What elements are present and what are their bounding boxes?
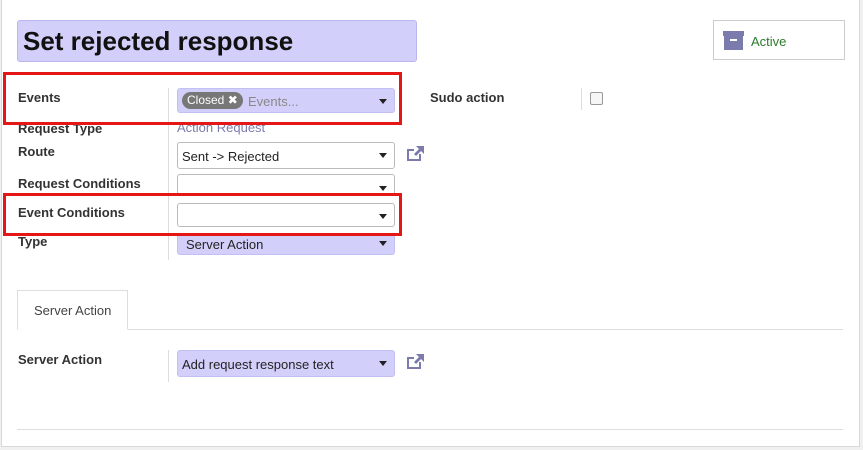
chevron-down-icon	[379, 241, 387, 246]
sudo-action-label: Sudo action	[430, 90, 505, 105]
request-conditions-label: Request Conditions	[18, 176, 141, 191]
sudo-action-checkbox[interactable]	[590, 92, 603, 105]
route-label: Route	[18, 144, 55, 159]
route-value: Sent -> Rejected	[182, 149, 280, 164]
tab-label: Server Action	[34, 303, 112, 318]
column-divider	[581, 88, 582, 110]
archive-icon	[723, 31, 744, 50]
type-value: Server Action	[186, 237, 264, 252]
route-select[interactable]: Sent -> Rejected	[177, 142, 395, 169]
external-link-icon[interactable]	[405, 145, 425, 163]
tabs-divider	[17, 329, 843, 330]
request-conditions-select[interactable]	[177, 174, 395, 195]
chevron-down-icon	[379, 361, 387, 366]
active-toggle-button[interactable]: Active	[713, 20, 845, 60]
type-label: Type	[18, 234, 48, 249]
type-select[interactable]: Server Action	[177, 233, 395, 255]
external-link-icon[interactable]	[405, 353, 425, 371]
highlight-event-conditions	[3, 193, 402, 236]
page-title: Set rejected response	[23, 26, 294, 56]
chevron-down-icon	[379, 153, 387, 158]
column-divider	[168, 350, 169, 382]
section-divider	[17, 429, 843, 430]
server-action-value: Add request response text	[182, 357, 334, 372]
chevron-down-icon	[379, 186, 387, 191]
server-action-select[interactable]: Add request response text	[177, 350, 395, 377]
highlight-events	[3, 72, 402, 125]
active-label: Active	[751, 34, 787, 49]
server-action-label: Server Action	[18, 352, 103, 367]
title-field[interactable]: Set rejected response	[17, 20, 417, 62]
tab-server-action[interactable]: Server Action	[17, 290, 128, 330]
